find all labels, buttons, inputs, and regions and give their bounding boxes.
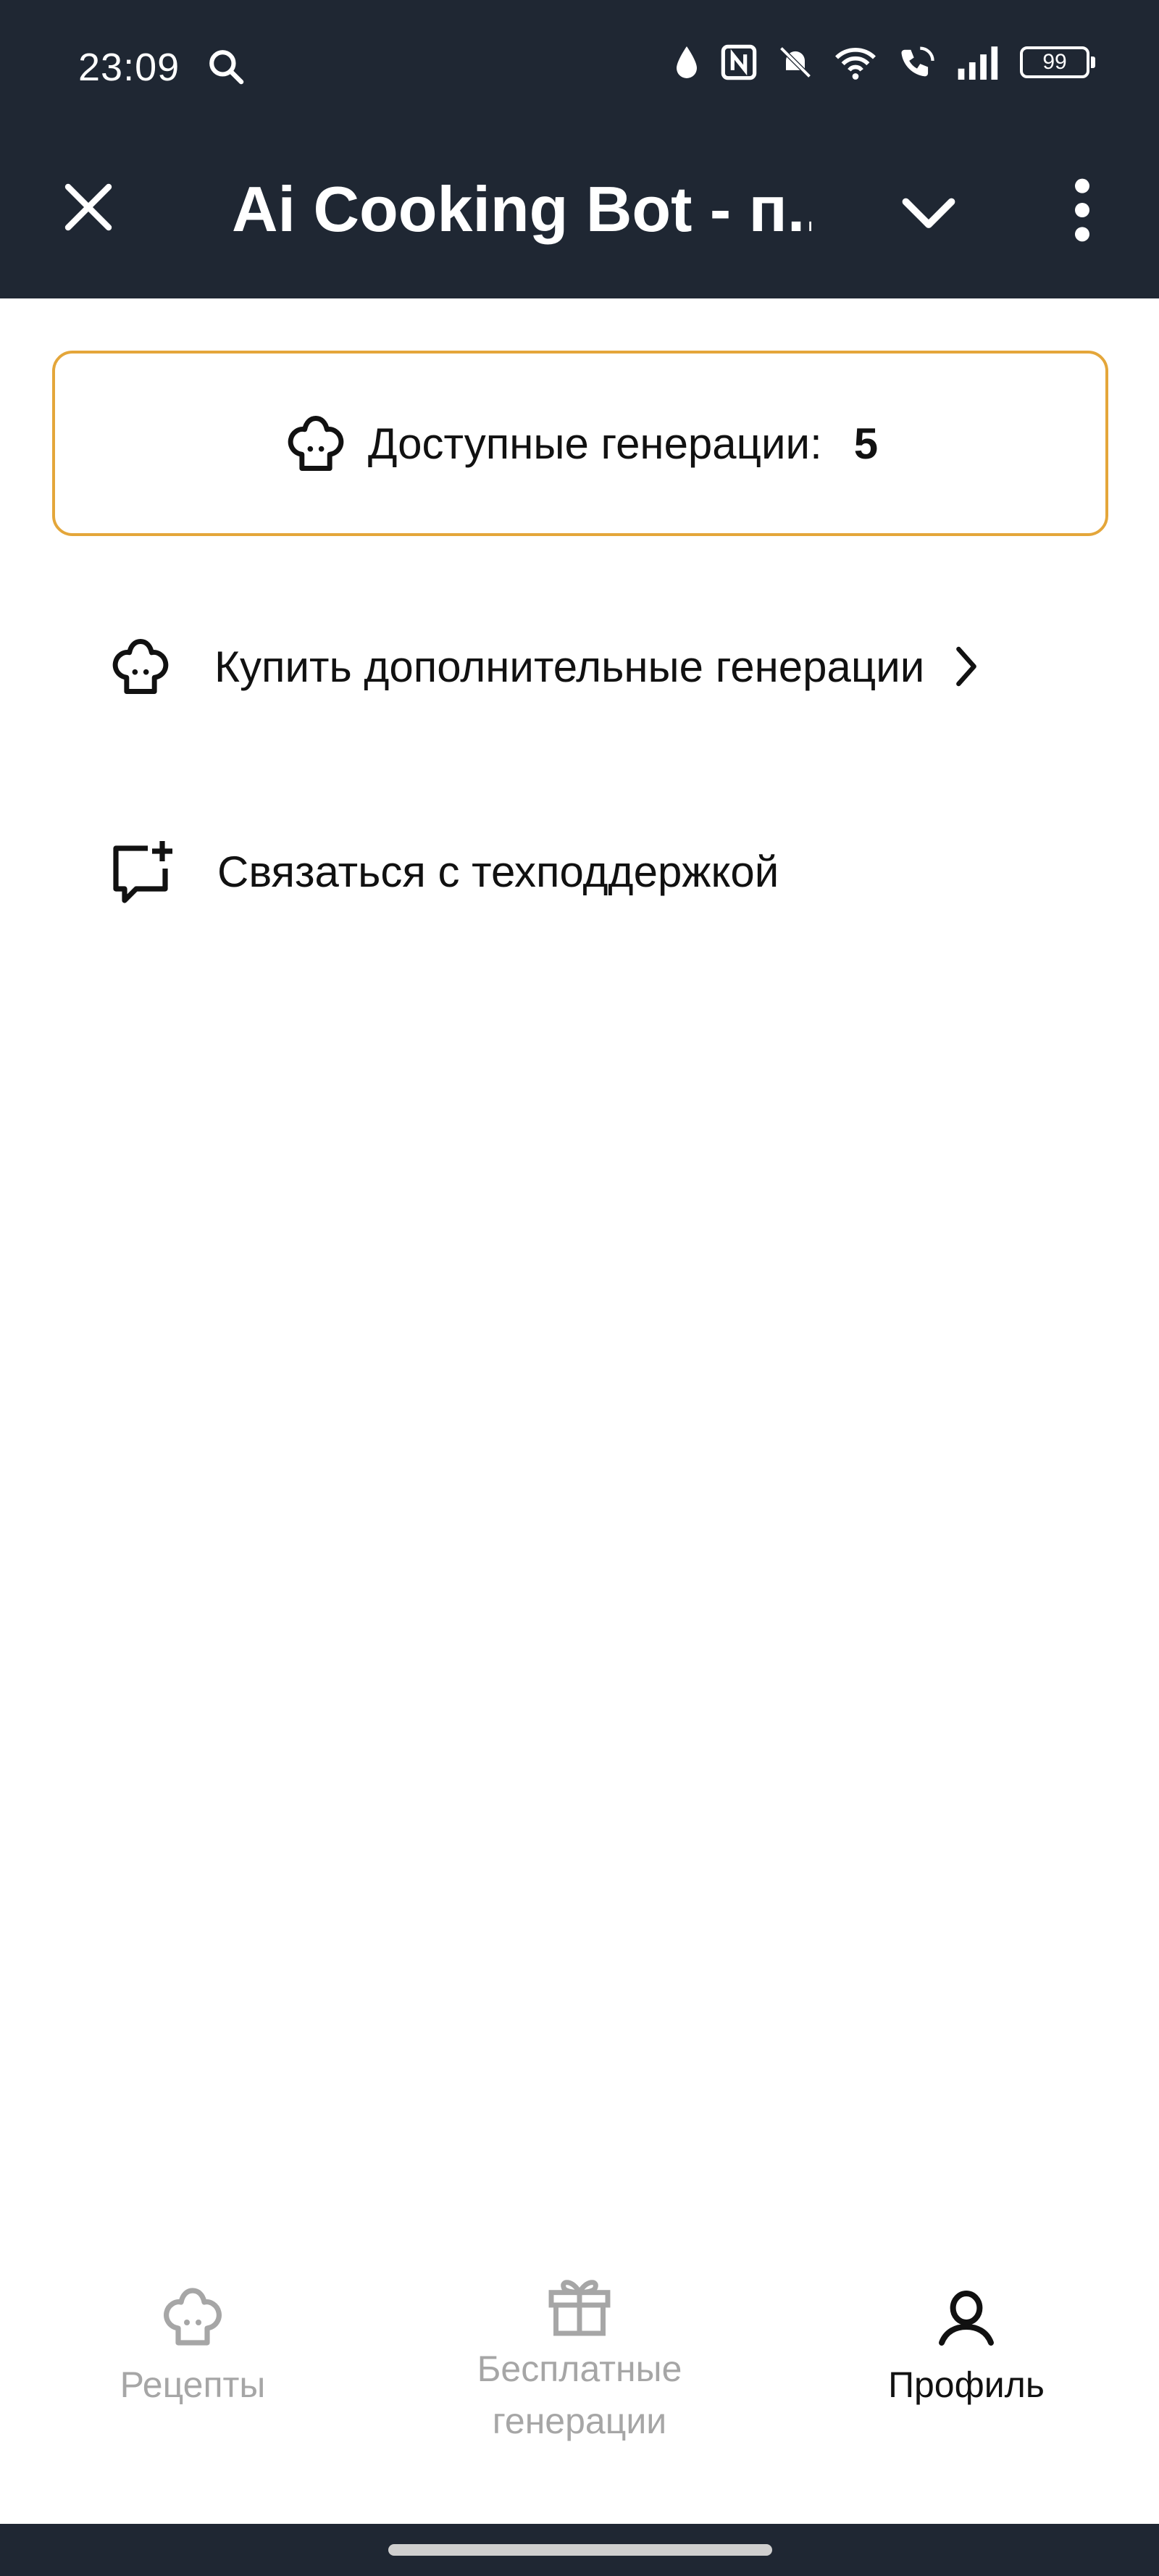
generations-label: Доступные генерации: [367,419,822,468]
wifi-icon [835,47,876,80]
drop-icon [677,46,697,78]
nfc-icon [721,44,757,80]
nav-tab-profile[interactable]: Профиль [814,2282,1118,2411]
nav-label-recipes: Рецепты [120,2364,266,2405]
bottom-navigation: Рецепты Бесплатные генерации Профиль [0,2260,1159,2528]
contact-support-label: Связаться с техподдержкой [217,847,779,896]
nav-label-free-generations-line1: Бесплатные [477,2349,682,2389]
home-indicator[interactable] [388,2544,772,2556]
nav-tab-recipes[interactable]: Рецепты [41,2282,345,2411]
buy-generations-item[interactable]: Купить дополнительные генерации [107,616,1049,717]
contact-support-item[interactable]: Связаться с техподдержкой [107,821,1049,922]
nav-tab-free-generations[interactable]: Бесплатные генерации [427,2267,732,2447]
more-vertical-icon[interactable] [1062,174,1102,246]
generations-count: 5 [853,419,879,468]
status-bar: 23:09 99 [0,0,1159,130]
nav-label-free-generations-line2: генерации [492,2401,667,2441]
status-time: 23:09 [78,46,180,89]
chef-hat-icon [288,416,344,471]
status-icons: 99 [672,43,1095,81]
nav-label-profile: Профиль [888,2364,1045,2405]
gift-icon [548,2280,611,2336]
close-icon[interactable] [58,177,119,238]
user-icon [939,2291,994,2346]
page-title: Ai Cooking Bot - п... [232,173,811,245]
chevron-down-icon[interactable] [898,191,959,238]
search-icon [209,50,244,85]
chat-add-icon [113,841,172,903]
system-navigation-bar [0,2524,1159,2576]
app-header: Ai Cooking Bot - п... [0,130,1159,298]
chevron-right-icon [956,646,977,687]
chef-hat-icon [164,2288,222,2346]
bell-off-icon [779,46,811,78]
wifi-call-icon [901,46,934,77]
signal-icon [958,46,998,80]
available-generations-card: Доступные генерации: 5 [52,351,1108,536]
battery-icon: 99 [1020,46,1095,78]
buy-generations-label: Купить дополнительные генерации [214,642,925,691]
chef-hat-icon [112,639,169,694]
